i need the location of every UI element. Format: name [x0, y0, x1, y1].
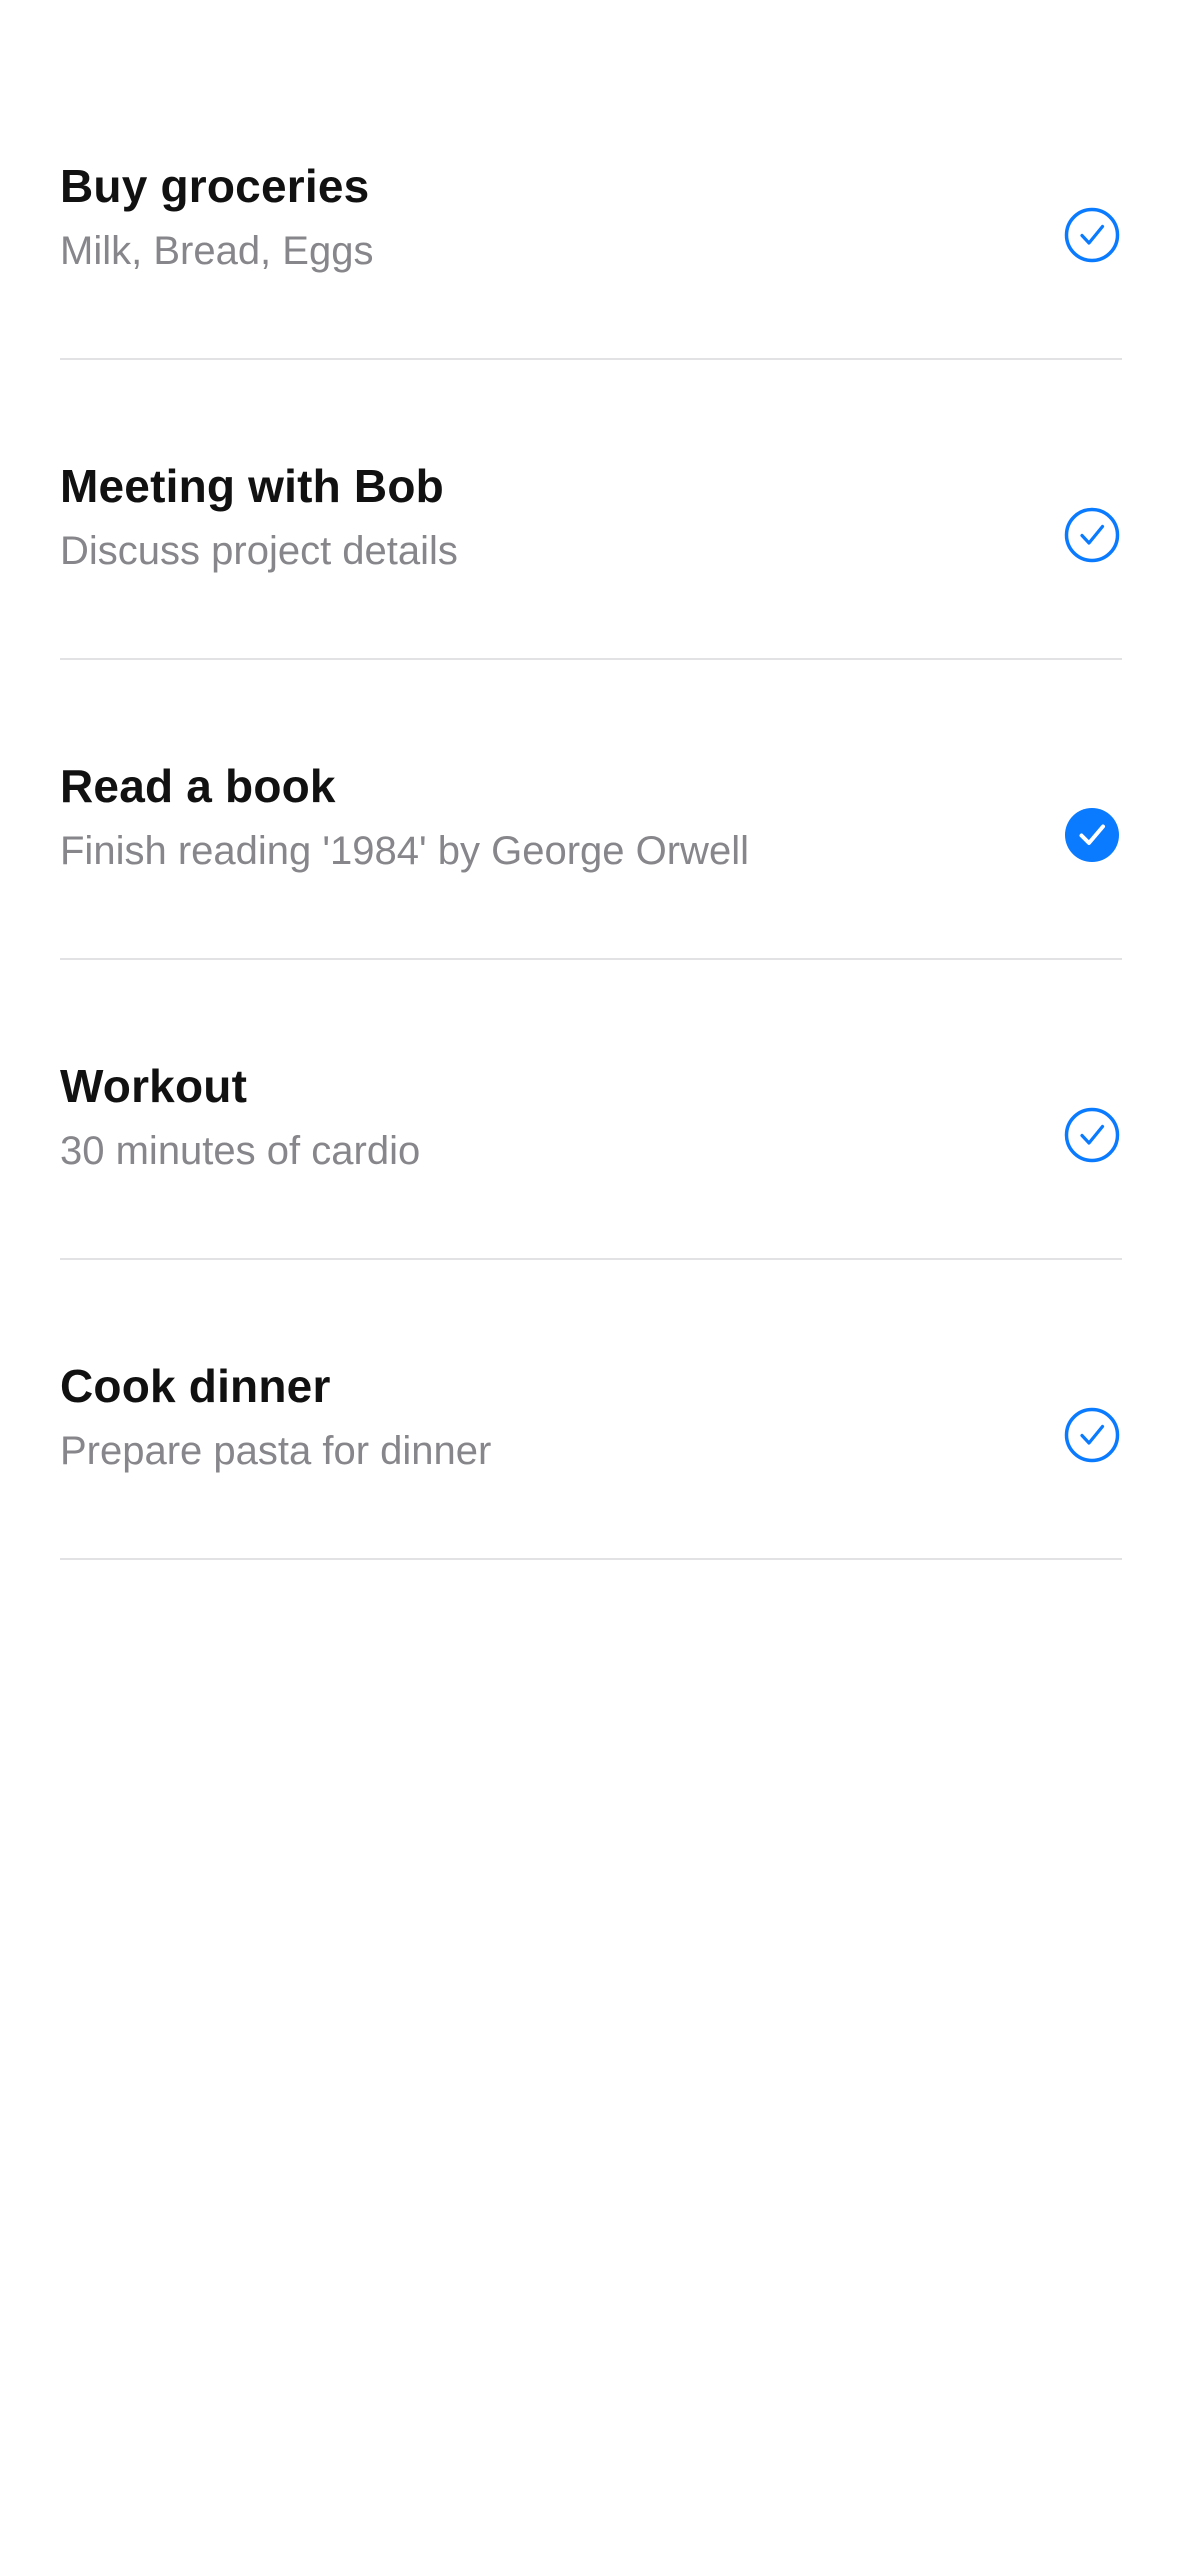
complete-toggle-button[interactable]: [1064, 1107, 1120, 1163]
task-list: Buy groceries Milk, Bread, Eggs Meeting …: [60, 0, 1122, 1560]
task-subtitle: 30 minutes of cardio: [60, 1129, 421, 1173]
complete-toggle-button[interactable]: [1064, 807, 1120, 863]
checkmark-circle-fill-icon: [1064, 807, 1120, 863]
task-subtitle: Milk, Bread, Eggs: [60, 229, 374, 273]
task-title: Workout: [60, 1060, 248, 1112]
task-text: Buy groceries Milk, Bread, Eggs: [60, 158, 982, 276]
checkmark-circle-icon: [1064, 1407, 1120, 1463]
task-row[interactable]: Meeting with Bob Discuss project details: [60, 360, 1122, 660]
task-title: Cook dinner: [60, 1360, 331, 1412]
task-row[interactable]: Buy groceries Milk, Bread, Eggs: [60, 0, 1122, 360]
complete-toggle-button[interactable]: [1064, 207, 1120, 263]
task-row[interactable]: Workout 30 minutes of cardio: [60, 960, 1122, 1260]
task-title: Meeting with Bob: [60, 460, 444, 512]
task-subtitle: Finish reading '1984' by George Orwell: [60, 829, 749, 873]
complete-toggle-button[interactable]: [1064, 1407, 1120, 1463]
task-row[interactable]: Cook dinner Prepare pasta for dinner: [60, 1260, 1122, 1560]
task-title: Buy groceries: [60, 160, 370, 212]
task-row[interactable]: Read a book Finish reading '1984' by Geo…: [60, 660, 1122, 960]
task-subtitle: Discuss project details: [60, 529, 458, 573]
checkmark-circle-icon: [1064, 1107, 1120, 1163]
checkmark-circle-icon: [1064, 207, 1120, 263]
task-text: Read a book Finish reading '1984' by Geo…: [60, 758, 982, 876]
task-text: Workout 30 minutes of cardio: [60, 1058, 982, 1176]
checkmark-circle-icon: [1064, 507, 1120, 563]
complete-toggle-button[interactable]: [1064, 507, 1120, 563]
task-text: Meeting with Bob Discuss project details: [60, 458, 982, 576]
task-title: Read a book: [60, 760, 336, 812]
task-text: Cook dinner Prepare pasta for dinner: [60, 1358, 982, 1476]
task-subtitle: Prepare pasta for dinner: [60, 1429, 492, 1473]
